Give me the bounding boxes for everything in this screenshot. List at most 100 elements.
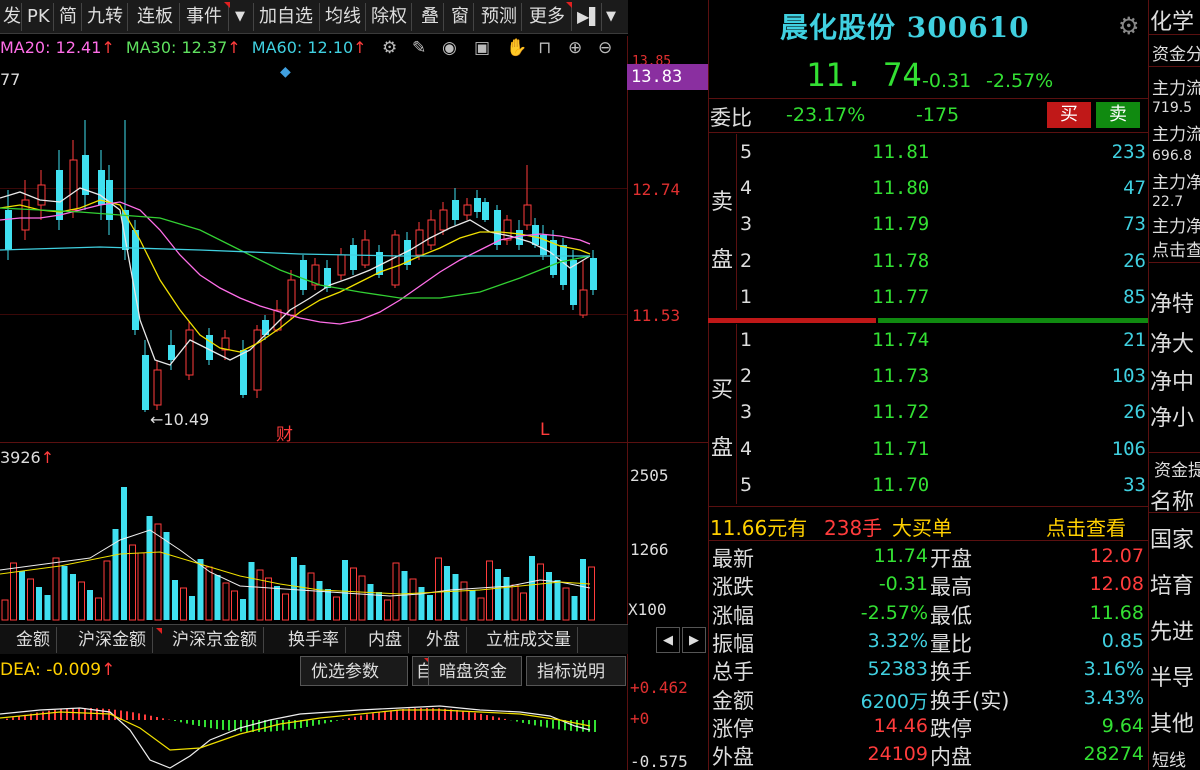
hand-icon[interactable]: ✋ xyxy=(506,38,527,60)
macd-bar xyxy=(486,715,488,720)
side-fund-dist[interactable]: 资金分 xyxy=(1152,40,1200,65)
macd-bar xyxy=(372,713,374,720)
volume-bars-group xyxy=(1,487,595,621)
buy-button[interactable]: 买 xyxy=(1047,102,1091,128)
gear-icon[interactable]: ⚙ xyxy=(1118,12,1140,40)
finance-event-marker[interactable]: 财 xyxy=(276,420,293,445)
toolbar-item-fa[interactable]: 发 xyxy=(0,3,22,31)
bid-price: 11.73 xyxy=(872,365,930,388)
side-item-4[interactable]: 半导 xyxy=(1150,660,1194,692)
bid-level: 2 xyxy=(740,365,753,388)
macd-bar xyxy=(138,713,140,720)
bid-price: 11.72 xyxy=(872,401,930,424)
stat-key: 总手 xyxy=(712,660,754,685)
tab-hs-amount[interactable]: 沪深金额 xyxy=(72,627,153,653)
optimized-params-button[interactable]: 优选参数 xyxy=(300,656,408,686)
bid-row[interactable]: 4 11.71 106 xyxy=(710,433,1148,467)
side-item-1[interactable]: 国家 xyxy=(1150,522,1194,554)
dark-pool-funds-button[interactable]: 暗盘资金 xyxy=(428,656,522,686)
macd-bar xyxy=(534,720,536,726)
toolbar-item-forecast[interactable]: 预测 xyxy=(478,3,522,31)
ask-level: 3 xyxy=(740,213,753,236)
big-order-qty: 238手 xyxy=(824,516,883,540)
toolbar-item-jian[interactable]: 简 xyxy=(56,3,82,31)
volume-bar xyxy=(137,552,145,621)
l-marker[interactable]: L xyxy=(540,420,549,440)
volume-bar xyxy=(427,595,433,620)
tab-amount[interactable]: 金额 xyxy=(10,627,57,653)
briefcase-icon[interactable]: ▣ xyxy=(474,38,490,60)
side-item-2[interactable]: 培育 xyxy=(1150,568,1194,600)
collapse-arrow-icon[interactable]: ▶▌ xyxy=(574,3,602,31)
settings-icon[interactable]: ⚙ xyxy=(382,38,397,60)
volume-bar xyxy=(205,566,213,621)
bid-row[interactable]: 5 11.70 33 xyxy=(710,469,1148,503)
scroll-right-icon[interactable]: ▶ xyxy=(682,627,706,653)
stat-value: 3.43% xyxy=(1083,686,1144,709)
toolbar-menu-icon[interactable]: ▼ xyxy=(603,3,627,31)
pen-icon[interactable]: ✎ xyxy=(412,38,426,60)
candle-body xyxy=(523,204,532,226)
ask-row[interactable]: 3 11.79 73 xyxy=(710,208,1148,242)
zoom-out-icon[interactable]: ⊖ xyxy=(598,38,612,60)
tab-outer[interactable]: 外盘 xyxy=(420,627,467,653)
separator xyxy=(1148,66,1200,67)
indicator-explain-button[interactable]: 指标说明 xyxy=(526,656,626,686)
side-fund-box[interactable]: 资金提 xyxy=(1154,456,1200,481)
bid-row[interactable]: 2 11.73 103 xyxy=(710,360,1148,394)
dea-line xyxy=(0,709,591,751)
tab-hsj-amount[interactable]: 沪深京金额 xyxy=(166,627,264,653)
ask-row[interactable]: 5 11.81 233 xyxy=(710,136,1148,170)
candle-body xyxy=(350,245,357,270)
stat-value: 12.07 xyxy=(1089,545,1144,567)
stat-key: 涨跌 xyxy=(712,575,754,600)
macd-bar xyxy=(552,720,554,729)
ask-row[interactable]: 2 11.78 26 xyxy=(710,245,1148,279)
scroll-left-icon[interactable]: ◀ xyxy=(656,627,680,653)
toolbar-item-add-watch[interactable]: 加自选 xyxy=(256,3,320,31)
tab-turnover[interactable]: 换手率 xyxy=(282,627,346,653)
toolbar-item-overlay[interactable]: 叠 xyxy=(418,3,444,31)
eye-icon[interactable]: ◉ xyxy=(442,38,457,60)
stat-key: 换手(实) xyxy=(930,688,1010,713)
side-item-3[interactable]: 先进 xyxy=(1150,614,1194,646)
ask-row[interactable]: 1 11.77 85 xyxy=(710,281,1148,315)
macd-bar xyxy=(348,718,350,720)
weibi-diff: -175 xyxy=(916,104,960,126)
volume-bar xyxy=(546,572,552,620)
bid-row[interactable]: 1 11.74 21 xyxy=(710,324,1148,358)
toolbar-item-lianban[interactable]: 连板 xyxy=(134,3,180,31)
ask-row[interactable]: 4 11.80 47 xyxy=(710,172,1148,206)
macd-bar xyxy=(288,720,290,730)
toolbar-item-ma[interactable]: 均线 xyxy=(322,3,366,31)
side-shortline[interactable]: 短线 xyxy=(1152,746,1186,770)
kline-chart-area[interactable]: 发 PK 简 九转 连板 事件 ▼ 加自选 均线 除权 叠 窗 预测 更多 ▶▌… xyxy=(0,0,708,770)
tab-inner[interactable]: 内盘 xyxy=(362,627,409,653)
candle-body xyxy=(21,199,30,231)
macd-bar xyxy=(576,720,578,732)
volume-bar xyxy=(529,556,535,620)
toolbar-dropdown-icon[interactable]: ▼ xyxy=(232,3,254,31)
toolbar-item-shijian[interactable]: 事件 xyxy=(183,3,229,31)
side-item-5[interactable]: 其他 xyxy=(1150,706,1194,738)
tab-stake-volume[interactable]: 立桩成交量 xyxy=(480,627,578,653)
sell-button[interactable]: 卖 xyxy=(1096,102,1140,128)
toolbar-item-exright[interactable]: 除权 xyxy=(368,3,412,31)
stat-key: 最低 xyxy=(930,603,972,628)
zoom-in-icon[interactable]: ⊕ xyxy=(568,38,582,60)
volume-bar xyxy=(452,574,459,620)
toolbar-item-window[interactable]: 窗 xyxy=(448,3,474,31)
stat-key: 量比 xyxy=(930,631,972,656)
toolbar-item-jiuzhuan[interactable]: 九转 xyxy=(84,3,128,31)
view-big-order-link[interactable]: 点击查看 xyxy=(1046,512,1126,541)
ask-price: 11.79 xyxy=(872,213,930,236)
volume-bar xyxy=(554,580,561,620)
macd-bar xyxy=(324,720,326,724)
toolbar-item-pk[interactable]: PK xyxy=(24,3,54,31)
side-click-link[interactable]: 点击查 xyxy=(1152,236,1200,261)
candle-body xyxy=(391,234,400,286)
bid-row[interactable]: 3 11.72 26 xyxy=(710,396,1148,430)
lock-icon[interactable]: ⊓ xyxy=(538,38,551,60)
side-main-flow-1: 主力流 xyxy=(1152,79,1200,99)
candle-body xyxy=(427,219,436,246)
